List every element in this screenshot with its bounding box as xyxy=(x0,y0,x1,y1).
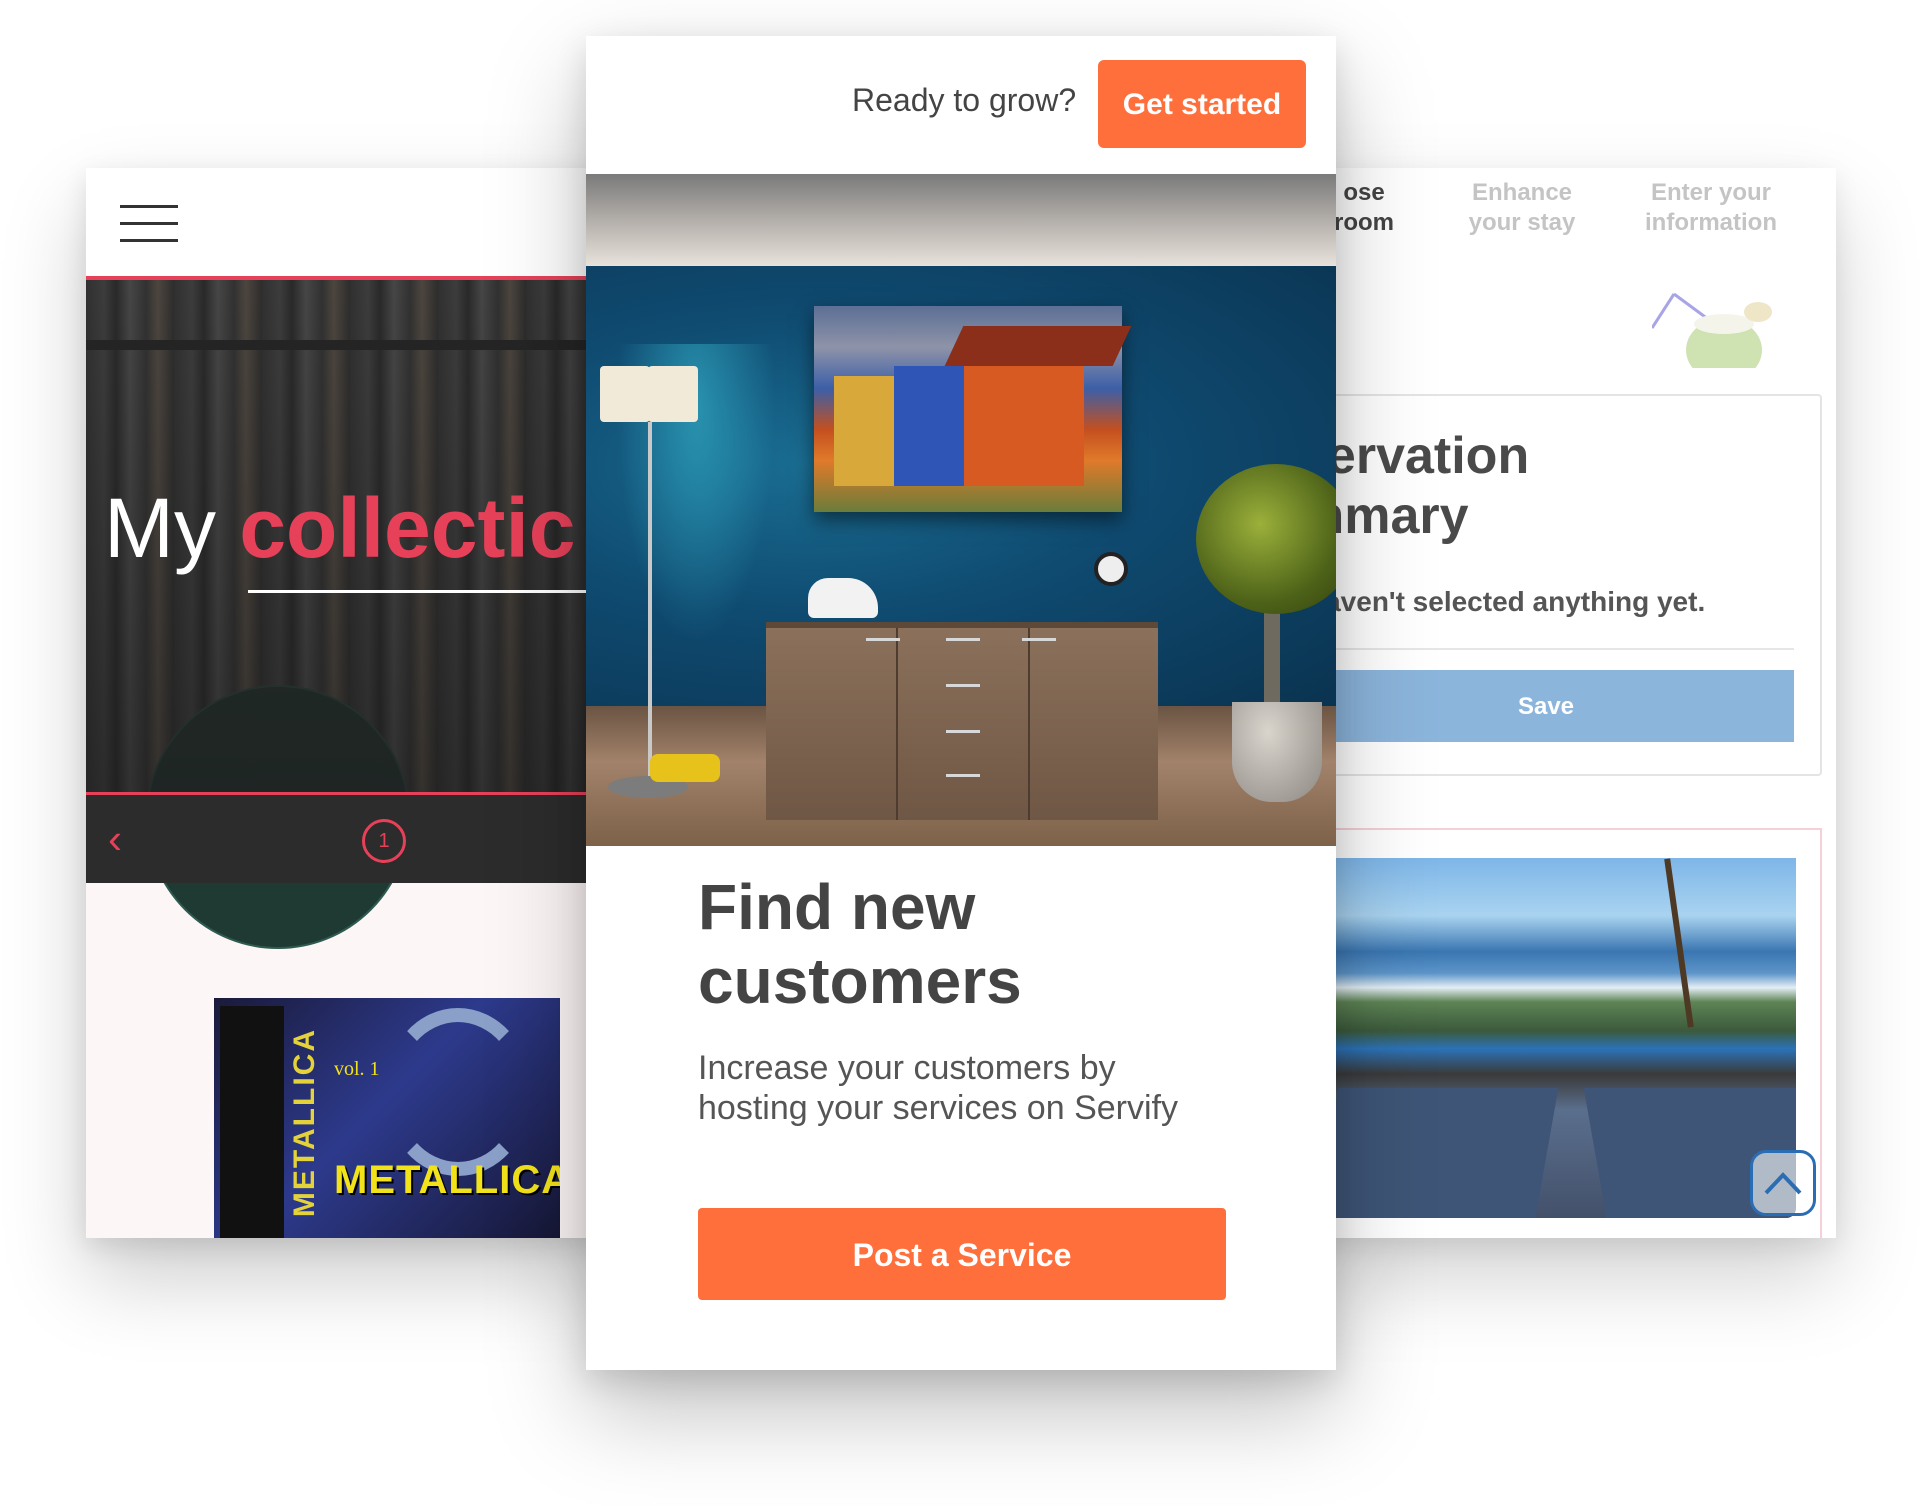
summary-empty-text: haven't selected anything yet. xyxy=(1308,586,1706,617)
divider xyxy=(1306,648,1794,650)
title-underline xyxy=(248,590,616,593)
floor-lamp-shade xyxy=(648,366,698,422)
alarm-clock xyxy=(1094,552,1128,586)
page-indicator[interactable]: 1 xyxy=(362,819,406,863)
floor-lamp-shade xyxy=(600,366,650,422)
chevron-left-icon[interactable]: ‹ xyxy=(108,818,122,860)
step-enter-information[interactable]: Enter your information xyxy=(1626,178,1796,238)
hamburger-menu-icon[interactable] xyxy=(120,205,178,243)
album-cover-image[interactable]: METALLICA vol. 1 METALLICA xyxy=(214,998,560,1238)
wall-painting xyxy=(814,306,1132,512)
summary-title: servation mmary xyxy=(1306,427,1530,545)
living-room-hero-image xyxy=(586,174,1336,846)
dresser xyxy=(766,622,1158,820)
collection-app-screen: My collectic ‹ 1 METALLICA vol. 1 METALL… xyxy=(86,168,616,1238)
servify-app-screen: Ready to grow? Get started Find new cust… xyxy=(586,36,1336,1370)
dining-table xyxy=(1313,1088,1559,1218)
resort-view-photo[interactable] xyxy=(1306,858,1796,1218)
headline: Find new customers xyxy=(698,871,1022,1017)
album-band-vertical: METALLICA xyxy=(288,1028,321,1218)
painting-house xyxy=(964,356,1084,486)
header-prompt: Ready to grow? xyxy=(852,82,1077,118)
chevron-up-icon xyxy=(1764,1172,1802,1195)
reservation-app-screen: ose room Enhance your stay Enter your in… xyxy=(1306,168,1836,1238)
hero-title: My collectic xyxy=(104,480,576,577)
dresser-handle xyxy=(946,684,980,687)
coconut-drink-icon xyxy=(1652,292,1772,368)
dresser-handle xyxy=(946,730,980,733)
dresser-handle xyxy=(866,638,900,641)
get-started-button[interactable]: Get started xyxy=(1098,60,1306,148)
hero-title-accent: collectic xyxy=(239,481,576,575)
album-tracklist xyxy=(220,1006,284,1238)
floor-lamp-pole xyxy=(648,422,652,782)
description-text: Increase your customers by hosting your … xyxy=(698,1049,1178,1127)
dresser-divider xyxy=(1028,628,1030,820)
dresser-handle xyxy=(1022,638,1056,641)
top-bar xyxy=(86,168,616,280)
hero-title-prefix: My xyxy=(104,481,216,575)
reservation-summary-panel: servation mmary haven't selected anythin… xyxy=(1306,394,1822,776)
album-volume: vol. 1 xyxy=(334,1058,380,1080)
hero-banner: My collectic xyxy=(86,280,616,949)
post-service-button[interactable]: Post a Service xyxy=(698,1208,1226,1300)
save-button[interactable]: Save xyxy=(1306,670,1794,742)
dresser-divider xyxy=(896,628,898,820)
painting-roof xyxy=(944,326,1132,366)
album-art-snake xyxy=(384,1008,532,1176)
room-ceiling xyxy=(586,174,1336,266)
plant-pot xyxy=(1232,702,1322,802)
painting-house xyxy=(834,376,894,486)
album-logo: METALLICA xyxy=(334,1158,560,1202)
dresser-handle xyxy=(946,638,980,641)
palm-tree xyxy=(1664,858,1694,1028)
painting-house xyxy=(894,366,964,486)
dresser-handle xyxy=(946,774,980,777)
toy-car xyxy=(650,754,720,782)
carousel-pager: ‹ 1 xyxy=(86,792,616,883)
step-enhance-stay[interactable]: Enhance your stay xyxy=(1452,178,1592,238)
scroll-to-top-button[interactable] xyxy=(1750,1150,1816,1216)
